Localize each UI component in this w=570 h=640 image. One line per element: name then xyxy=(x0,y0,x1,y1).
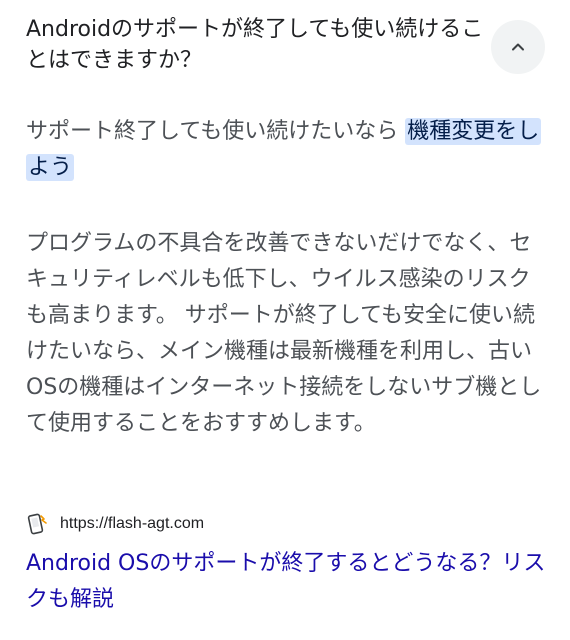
source-url[interactable]: https://flash-agt.com xyxy=(60,515,204,533)
collapse-button[interactable] xyxy=(491,20,545,74)
faq-question-header[interactable]: Androidのサポートが終了しても使い続けることはできますか？ xyxy=(26,14,486,76)
source-row[interactable]: https://flash-agt.com xyxy=(26,512,204,536)
faq-question[interactable]: Androidのサポートが終了しても使い続けることはできますか？ xyxy=(26,14,486,76)
answer-lead-text: サポート終了しても使い続けたいなら xyxy=(26,119,399,144)
phone-favicon-icon xyxy=(26,512,50,536)
answer-snippet: プログラムの不具合を改善できないだけでなく、セキュリティレベルも低下し、ウイルス… xyxy=(26,231,542,436)
chevron-up-icon xyxy=(512,43,524,51)
result-title-link[interactable]: Android OSのサポートが終了するとどうなる？リスクも解説 xyxy=(26,546,546,618)
answer-lead: サポート終了しても使い続けたいなら 機種変更をしよう xyxy=(26,114,546,186)
